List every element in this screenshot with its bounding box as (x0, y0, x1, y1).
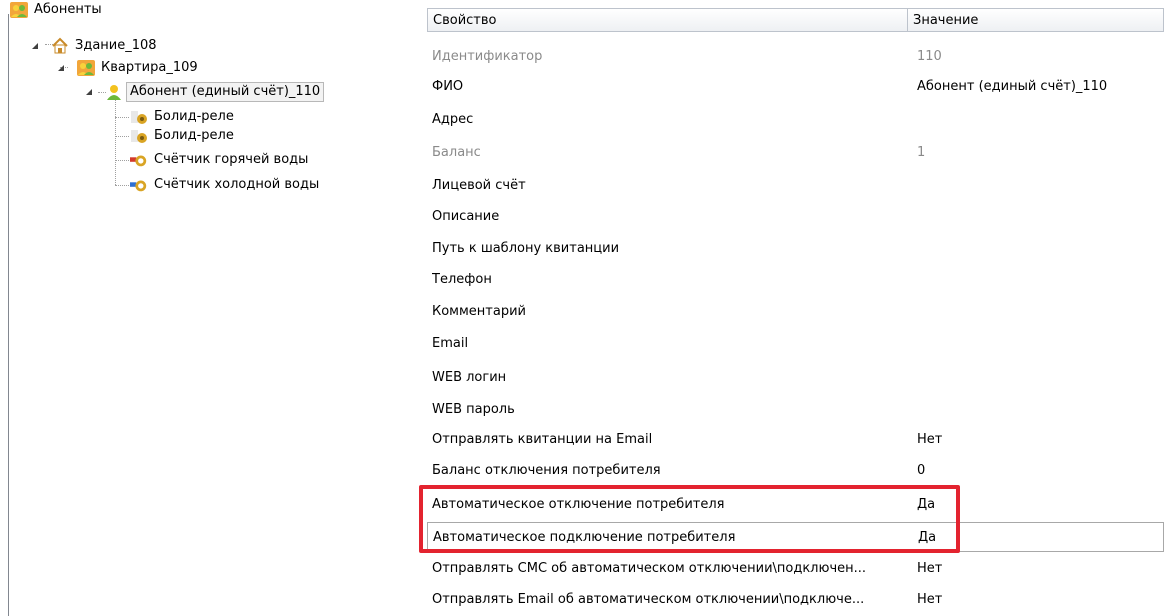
tree-node-label: Здание_108 (75, 38, 157, 53)
users-group-icon (10, 1, 28, 19)
property-row-description[interactable]: Описание (427, 201, 1164, 231)
tree-node-label: Болид-реле (154, 128, 234, 143)
tree-panel: Абоненты Здание_108 Квартира_109 Абонент… (0, 0, 418, 616)
tree-node-cold-meter[interactable]: Счётчик холодной воды (130, 175, 322, 195)
user-icon (105, 83, 123, 101)
property-value: Абонент (единый счёт)_110 (917, 78, 1108, 94)
property-name: Комментарий (432, 303, 526, 319)
property-name: Баланс (432, 144, 481, 160)
property-name: Отправлять квитанции на Email (432, 431, 653, 447)
tree-connector (115, 160, 129, 161)
property-name: Описание (432, 208, 500, 224)
property-row-send-email[interactable]: Отправлять Email об автоматическом отклю… (427, 584, 1164, 614)
property-row-balance[interactable]: Баланс 1 (427, 137, 1164, 167)
tree-node-label: Абонент (единый счёт)_110 (126, 82, 325, 102)
property-name: Отправлять Email об автоматическом отклю… (432, 591, 865, 607)
property-name: Путь к шаблону квитанции (432, 240, 620, 256)
property-row-fio[interactable]: ФИО Абонент (единый счёт)_110 (427, 71, 1164, 101)
cold-water-meter-icon (130, 176, 148, 194)
property-value: Нет (917, 591, 943, 607)
property-name: Email (432, 335, 469, 351)
tree-node-root[interactable]: Абоненты (10, 0, 105, 20)
tree-node-apartment[interactable]: Квартира_109 (58, 58, 201, 78)
property-row-template-path[interactable]: Путь к шаблону квитанции (427, 233, 1164, 263)
expanded-arrow-icon[interactable] (58, 65, 64, 71)
property-row-web-password[interactable]: WEB пароль (427, 394, 1164, 424)
relay-device-icon (130, 108, 148, 126)
expanded-arrow-icon[interactable] (86, 89, 92, 95)
highlight-box (419, 485, 960, 553)
property-value: Нет (917, 431, 943, 447)
property-row-send-receipts[interactable]: Отправлять квитанции на Email Нет (427, 424, 1164, 454)
property-row-email[interactable]: Email (427, 328, 1164, 358)
tree-node-subscriber[interactable]: Абонент (единый счёт)_110 (86, 82, 325, 102)
column-header-label: Свойство (433, 12, 497, 28)
tree-node-relay-1[interactable]: Болид-реле (130, 107, 237, 127)
tree-node-relay-2[interactable]: Болид-реле (130, 126, 237, 146)
property-name: WEB пароль (432, 401, 515, 417)
property-row-send-sms[interactable]: Отправлять СМС об автоматическом отключе… (427, 553, 1164, 583)
property-name: WEB логин (432, 369, 507, 385)
hot-water-meter-icon (130, 151, 148, 169)
expanded-arrow-icon[interactable] (32, 43, 38, 49)
tree-connector (115, 185, 129, 186)
property-name: Адрес (432, 111, 474, 127)
property-value: Нет (917, 560, 943, 576)
property-value: 110 (917, 48, 942, 64)
tree-connector (115, 136, 129, 137)
property-name: ФИО (432, 78, 464, 94)
tree-connector (115, 100, 116, 185)
tree-node-label: Счётчик холодной воды (154, 177, 320, 192)
house-icon (51, 37, 69, 55)
property-name: Лицевой счёт (432, 177, 526, 193)
property-row-id[interactable]: Идентификатор 110 (427, 41, 1164, 71)
property-name: Баланс отключения потребителя (432, 462, 661, 478)
column-header-label: Значение (913, 12, 979, 28)
relay-device-icon (130, 127, 148, 145)
tree-node-building[interactable]: Здание_108 (32, 36, 160, 56)
property-value: 0 (917, 462, 926, 478)
property-row-phone[interactable]: Телефон (427, 264, 1164, 294)
users-group-icon (77, 59, 95, 77)
tree-connector (115, 117, 129, 118)
property-row-disconnect-balance[interactable]: Баланс отключения потребителя 0 (427, 455, 1164, 485)
tree-node-label: Болид-реле (154, 109, 234, 124)
property-row-address[interactable]: Адрес (427, 104, 1164, 134)
tree-node-label: Счётчик горячей воды (154, 152, 309, 167)
tree-node-hot-meter[interactable]: Счётчик горячей воды (130, 150, 311, 170)
property-name: Отправлять СМС об автоматическом отключе… (432, 560, 867, 576)
property-value: 1 (917, 144, 926, 160)
property-row-comment[interactable]: Комментарий (427, 296, 1164, 326)
property-row-account[interactable]: Лицевой счёт (427, 170, 1164, 200)
property-name: Телефон (432, 271, 492, 287)
column-header-property[interactable]: Свойство (427, 8, 908, 32)
column-header-value[interactable]: Значение (907, 8, 1164, 32)
tree-node-label: Квартира_109 (101, 60, 198, 75)
property-row-web-login[interactable]: WEB логин (427, 362, 1164, 392)
tree-node-label: Абоненты (34, 2, 102, 17)
tree-left-border (8, 14, 9, 616)
property-name: Идентификатор (432, 48, 543, 64)
